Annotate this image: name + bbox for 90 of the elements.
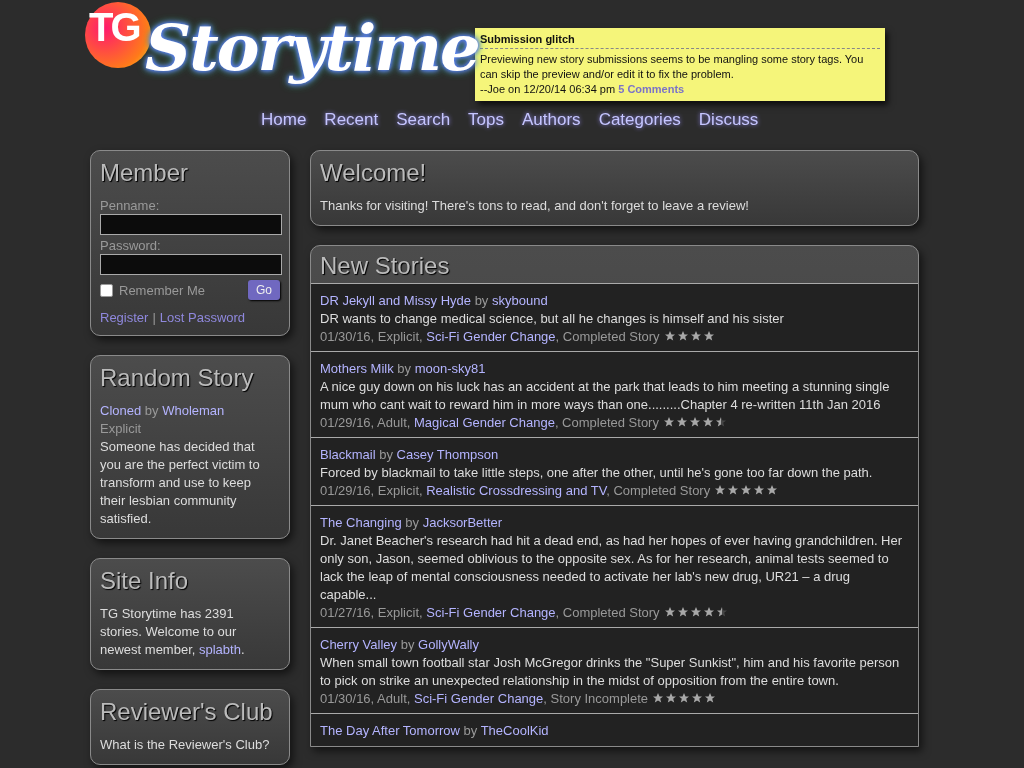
story-meta: 01/29/16, Adult, Magical Gender Change, Completed Story [320,413,659,431]
story-summary: DR wants to change medical science, but all he changes is himself and his sister [320,309,785,328]
welcome-text: Thanks for visiting! There's tons to read, and don't forget to leave a review! [320,197,750,215]
star-icon [663,606,676,619]
story-meta: 01/29/16, Explicit, Realistic Crossdressing and TV, Completed Story [320,481,711,499]
comments-link[interactable]: 5 Comments [618,83,685,95]
story-link[interactable]: Cherry Valley [320,637,398,652]
author-link[interactable]: moon-sky81 [414,361,486,376]
remember-label: Remember Me [119,282,205,298]
nav-link[interactable]: Home [261,110,307,130]
category-link[interactable]: Sci-Fi Gender Change [426,604,556,620]
category-link[interactable]: Magical Gender Change [413,414,555,430]
panel-title: New Stories [319,251,451,281]
half-star-icon [715,606,728,619]
star-icon [727,484,740,497]
go-button[interactable]: Go [248,280,280,300]
author-link[interactable]: TheCoolKid [480,723,549,738]
story-meta: 01/30/16, Adult, Sci-Fi Gender Change, Story Incomplete [320,689,649,707]
star-icon [675,416,688,429]
nav-link[interactable]: Discuss [698,110,759,130]
field-label: Password: [100,237,162,254]
story-byline: The Day After Tomorrow by TheCoolKid [320,722,550,740]
story-byline: The Changing by JacksorBetter [320,514,504,532]
story-byline: Mothers Milk by moon-sky81 [320,360,487,378]
story-byline: DR Jekyll and Missy Hyde by skybound [320,292,549,310]
category-link[interactable]: Sci-Fi Gender Change [426,328,556,344]
story-link[interactable]: Blackmail [320,447,376,462]
author-link[interactable]: JacksorBetter [422,515,503,530]
lost-password-link[interactable]: Lost Password [159,310,246,325]
nav-link[interactable]: Categories [598,110,681,130]
nav-link[interactable]: Recent [324,110,379,130]
star-icon [689,330,702,343]
story-link[interactable]: The Changing [320,515,402,530]
star-icon [676,330,689,343]
story-link[interactable]: Mothers Milk [320,361,394,376]
link-separator: | [152,310,156,325]
author-link[interactable]: skybound [492,293,548,308]
author-link[interactable]: GollyWally [418,637,479,652]
remember-checkbox[interactable] [100,283,113,297]
story-meta: 01/30/16, Explicit, Sci-Fi Gender Change, Completed Story [320,327,660,345]
star-icon [676,606,689,619]
story-byline: Blackmail by Casey Thompson [320,446,500,464]
star-icon [662,416,675,429]
story-link[interactable]: Cloned [100,403,142,418]
site-info-text: TG Storytime has 2391 stories. Welcome to our newest member, splabth. [100,605,246,659]
star-icon [688,416,701,429]
nav-link[interactable]: Search [396,110,451,130]
story-byline: Cherry Valley by GollyWally [320,636,480,654]
panel-title: Reviewer's Club [100,697,274,727]
star-icon [691,692,704,705]
story-summary: Someone has decided that you are the perfect victim to transform and use to keep their lesbian community satisfied. [100,438,261,528]
half-star-icon [714,416,727,429]
star-icon [704,692,717,705]
story-summary: When small town football star Josh McGregor drinks the "Super Sunkist", him and his favorite person to pick on strike an unexpected relationship in the midst of opposition from the entire town. [320,653,901,690]
star-icon [652,692,665,705]
star-icon [714,484,727,497]
star-icon [663,330,676,343]
nav-link[interactable]: Tops [468,110,505,130]
penname-field[interactable] [100,214,282,235]
category-link[interactable]: Realistic Crossdressing and TV [426,482,607,498]
announcement-text: Previewing new story submissions seems to be mangling some story tags. You can skip the preview and/or edit it to fix the problem. [480,52,865,82]
star-icon [665,692,678,705]
author-link[interactable]: Casey Thompson [396,447,499,462]
star-icon [689,606,702,619]
story-rating: Explicit [100,420,143,438]
panel-title: Site Info [100,566,190,596]
story-meta: 01/27/16, Explicit, Sci-Fi Gender Change, Completed Story [320,603,660,621]
story-summary: Forced by blackmail to take little steps, one after the other, until he's gone too far down the path. [320,463,874,482]
star-icon [678,692,691,705]
story-link[interactable]: The Day After Tomorrow [320,723,460,738]
story-summary: A nice guy down on his luck has an accident at the park that leads to him meeting a stunning single mum who cant wait to reward him in more ways than one.........Chapter 4 re-written 11th Jan 2016 [320,377,891,414]
password-field[interactable] [100,254,282,275]
field-label: Penname: [100,197,161,214]
member-link[interactable]: splabth [199,642,241,657]
announcement-byline: --Joe on 12/20/14 06:34 pm 5 Comments [480,82,686,97]
register-link[interactable]: Register [100,310,149,325]
announcement-title: Submission glitch [480,32,880,49]
nav-link[interactable]: Authors [522,110,581,130]
panel-title: Welcome! [320,158,428,188]
star-icon [753,484,766,497]
story-link[interactable]: DR Jekyll and Missy Hyde [320,293,471,308]
panel-title: Random Story [100,363,255,393]
star-icon [740,484,753,497]
star-icon [702,330,715,343]
author-link[interactable]: Wholeman [162,403,225,418]
story-byline: Cloned by Wholeman [100,402,226,420]
panel-title: Member [100,158,190,188]
story-summary: Dr. Janet Beacher's research had hit a dead end, as had her hopes of ever having grandchildren. Her only son, Jason, seemed oblivious to the opposite sex. As for her research, animal tests seemed to lack the leap of mental consciousness needed to activate her lab's new drug, UR21 – a drug capable... [320,531,904,604]
star-icon [766,484,779,497]
reviewers-club-text: What is the Reviewer's Club? [100,736,271,754]
